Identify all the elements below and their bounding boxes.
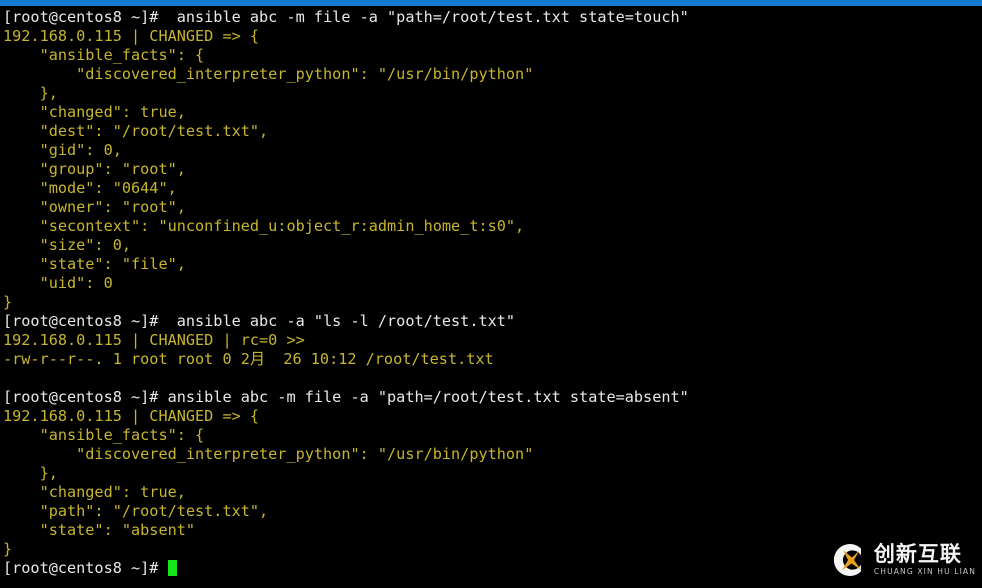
terminal-line-text: "dest": "/root/test.txt",: [3, 122, 269, 140]
terminal-line: "uid": 0: [3, 274, 982, 293]
terminal-line-text: -rw-r--r--. 1 root root 0 2月 26 10:12 /r…: [3, 350, 494, 368]
terminal-line: [root@centos8 ~]# ansible abc -a "ls -l …: [3, 312, 982, 331]
terminal-line: },: [3, 84, 982, 103]
terminal-line-text: "changed": true,: [3, 483, 186, 501]
terminal-output-area[interactable]: [root@centos8 ~]# ansible abc -m file -a…: [0, 6, 982, 588]
watermark-cn-text: 创新互联: [873, 542, 962, 567]
chuangxinhulian-logo-icon: [828, 540, 868, 580]
terminal-line: "changed": true,: [3, 103, 982, 122]
terminal-line-text: },: [3, 84, 58, 102]
text-cursor[interactable]: [167, 560, 178, 576]
terminal-line-text: "ansible_facts": {: [3, 46, 205, 64]
terminal-line-text: "group": "root",: [3, 160, 186, 178]
terminal-line: -rw-r--r--. 1 root root 0 2月 26 10:12 /r…: [3, 350, 982, 369]
terminal-line-text: }: [3, 540, 13, 558]
terminal-line-text: 192.168.0.115 | CHANGED => {: [3, 407, 260, 425]
terminal-line: "discovered_interpreter_python": "/usr/b…: [3, 65, 982, 84]
terminal-line: 192.168.0.115 | CHANGED => {: [3, 27, 982, 46]
terminal-line: 192.168.0.115 | CHANGED | rc=0 >>: [3, 331, 982, 350]
terminal-line-text: 192.168.0.115 | CHANGED | rc=0 >>: [3, 331, 305, 349]
terminal-line: },: [3, 464, 982, 483]
terminal-line-text: [root@centos8 ~]# ansible abc -m file -a…: [3, 388, 689, 406]
terminal-line-text: "discovered_interpreter_python": "/usr/b…: [3, 445, 534, 463]
terminal-line-text: "state": "absent": [3, 521, 196, 539]
terminal-line-text: [3, 369, 12, 387]
terminal-line-text: "uid": 0: [3, 274, 113, 292]
terminal-line-text: 192.168.0.115 | CHANGED => {: [3, 27, 260, 45]
terminal-line-text: "path": "/root/test.txt",: [3, 502, 269, 520]
terminal-line-text: "changed": true,: [3, 103, 186, 121]
final-prompt-text: [root@centos8 ~]#: [3, 559, 168, 577]
terminal-line-text: }: [3, 293, 13, 311]
terminal-line: "changed": true,: [3, 483, 982, 502]
terminal-line-text: [root@centos8 ~]# ansible abc -a "ls -l …: [3, 312, 516, 330]
terminal-line: "ansible_facts": {: [3, 46, 982, 65]
terminal-line-text: "ansible_facts": {: [3, 426, 205, 444]
terminal-line: "state": "absent": [3, 521, 982, 540]
terminal-line: "path": "/root/test.txt",: [3, 502, 982, 521]
terminal-line: [3, 369, 982, 388]
terminal-line-text: "owner": "root",: [3, 198, 186, 216]
terminal-line: "secontext": "unconfined_u:object_r:admi…: [3, 217, 982, 236]
terminal-line: "state": "file",: [3, 255, 982, 274]
terminal-line: "group": "root",: [3, 160, 982, 179]
terminal-line: "ansible_facts": {: [3, 426, 982, 445]
watermark-text: 创新互联 CHUANG XIN HU LIAN: [874, 544, 976, 576]
terminal-line-text: "secontext": "unconfined_u:object_r:admi…: [3, 217, 525, 235]
terminal-line: 192.168.0.115 | CHANGED => {: [3, 407, 982, 426]
watermark-en-text: CHUANG XIN HU LIAN: [873, 567, 976, 577]
terminal-line-text: "discovered_interpreter_python": "/usr/b…: [3, 65, 534, 83]
terminal-line: "size": 0,: [3, 236, 982, 255]
terminal-line-text: },: [3, 464, 58, 482]
watermark: 创新互联 CHUANG XIN HU LIAN: [828, 540, 976, 580]
terminal-line: }: [3, 293, 982, 312]
terminal-lines: [root@centos8 ~]# ansible abc -m file -a…: [3, 8, 982, 559]
terminal-line: [root@centos8 ~]# ansible abc -m file -a…: [3, 388, 982, 407]
terminal-line: "discovered_interpreter_python": "/usr/b…: [3, 445, 982, 464]
terminal-line: [root@centos8 ~]# ansible abc -m file -a…: [3, 8, 982, 27]
terminal-line: "owner": "root",: [3, 198, 982, 217]
terminal-line-text: "state": "file",: [3, 255, 186, 273]
terminal-line: "gid": 0,: [3, 141, 982, 160]
terminal-line-text: [root@centos8 ~]# ansible abc -m file -a…: [3, 8, 689, 26]
terminal-line-text: "gid": 0,: [3, 141, 122, 159]
terminal-line: "mode": "0644",: [3, 179, 982, 198]
terminal-line-text: "size": 0,: [3, 236, 132, 254]
terminal-line-text: "mode": "0644",: [3, 179, 177, 197]
terminal-line: "dest": "/root/test.txt",: [3, 122, 982, 141]
terminal-window: [root@centos8 ~]# ansible abc -m file -a…: [0, 0, 982, 588]
